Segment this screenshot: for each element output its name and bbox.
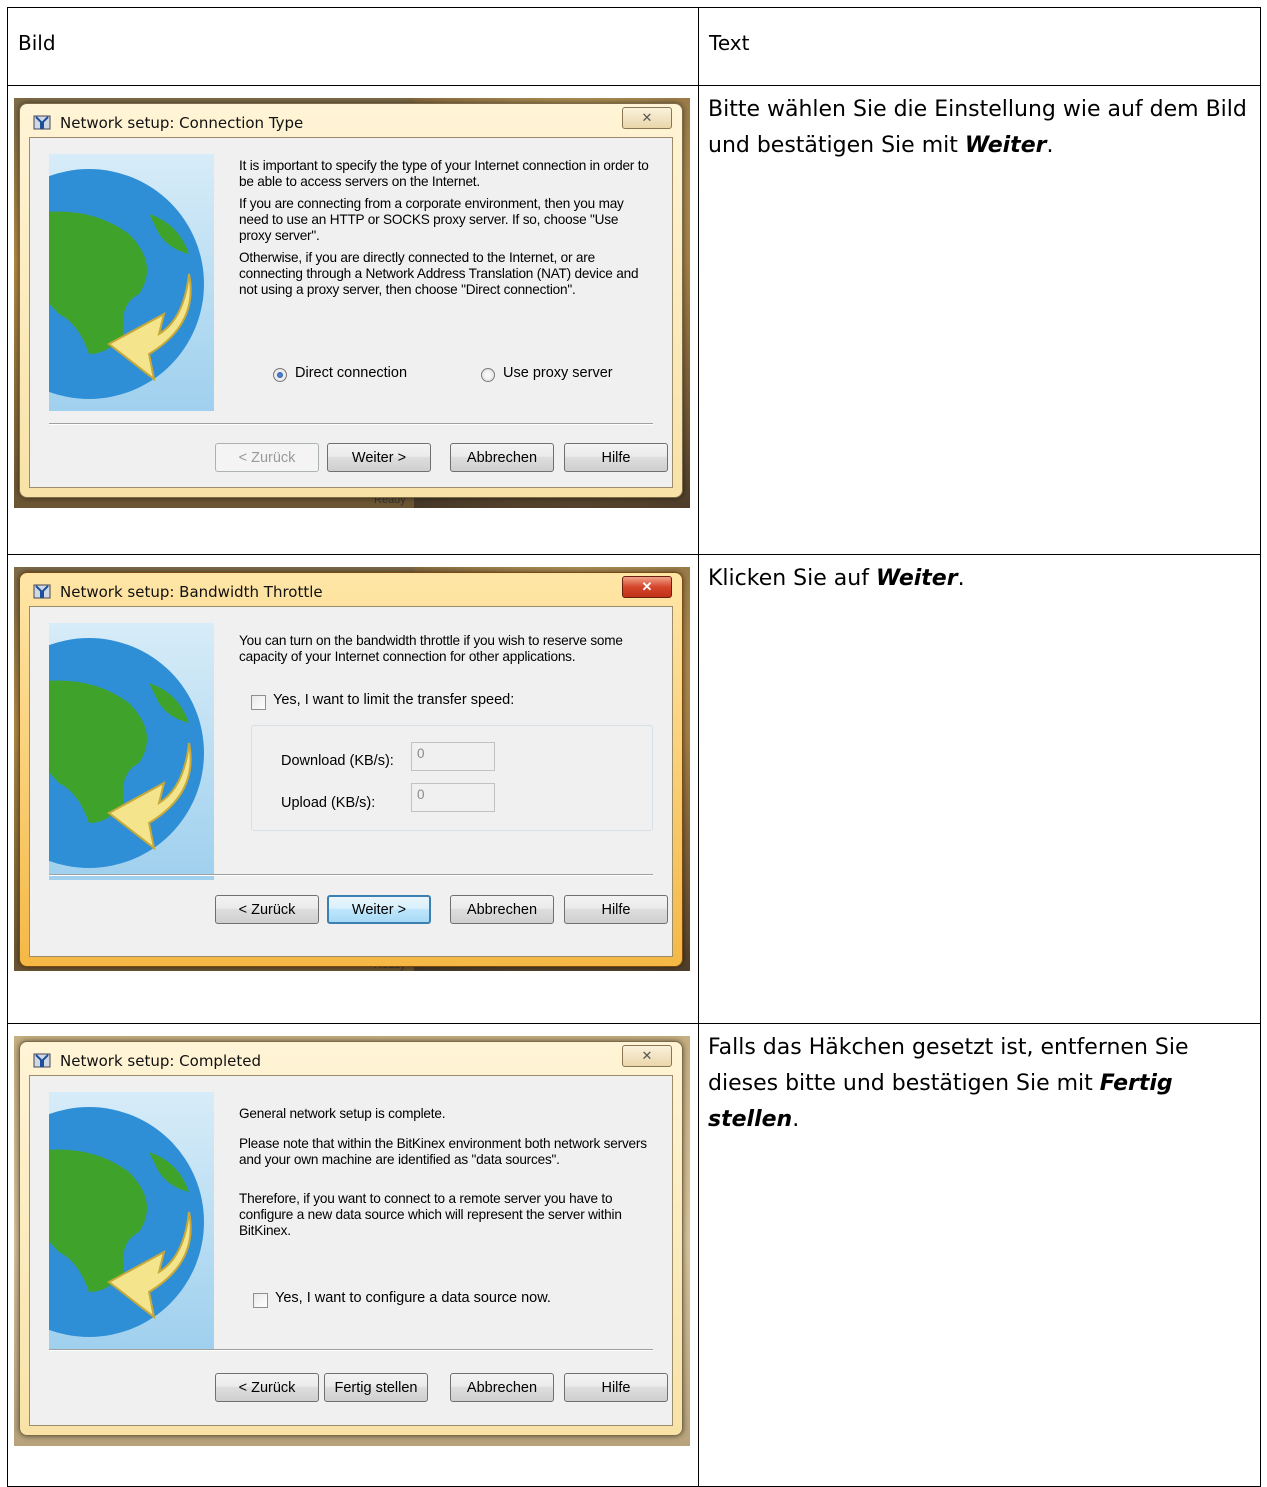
configure-data-source-label[interactable]: Yes, I want to configure a data source n…: [275, 1290, 551, 1306]
close-icon[interactable]: ✕: [622, 576, 672, 598]
screenshot-completed: Network setup: Completed ✕ General netwo…: [14, 1036, 690, 1446]
upload-label: Upload (KB/s):: [281, 795, 376, 811]
limit-speed-label[interactable]: Yes, I want to limit the transfer speed:: [273, 692, 514, 708]
title-bar: Network setup: Bandwidth Throttle ✕: [20, 573, 682, 601]
use-proxy-label[interactable]: Use proxy server: [503, 365, 613, 381]
cancel-button[interactable]: Abbrechen: [450, 1373, 554, 1402]
globe-arrow-icon: [49, 1092, 214, 1349]
table-header-row: Bild Text: [7, 7, 1261, 86]
bitkinex-app-icon: [33, 1053, 51, 1068]
screenshot-bandwidth-throttle: Ready Network setup: Bandwidth Throttle …: [14, 567, 690, 971]
dialog-window: Network setup: Completed ✕ General netwo…: [19, 1041, 683, 1436]
bitkinex-app-icon: [33, 584, 51, 599]
header-text-label: Text: [709, 31, 750, 55]
back-button[interactable]: < Zurück: [215, 895, 319, 924]
dialog-client: You can turn on the bandwidth throttle i…: [29, 606, 673, 957]
help-button[interactable]: Hilfe: [564, 443, 668, 472]
cancel-button[interactable]: Abbrechen: [450, 895, 554, 924]
separator: [49, 874, 653, 876]
title-bar: Network setup: Completed ✕: [20, 1042, 682, 1070]
next-button[interactable]: Weiter >: [327, 895, 431, 924]
use-proxy-radio[interactable]: [481, 368, 495, 382]
header-cell-text: Text: [698, 7, 1261, 86]
emphasis-weiter: Weiter: [875, 566, 958, 591]
back-button[interactable]: < Zurück: [215, 1373, 319, 1402]
upload-field[interactable]: 0: [411, 783, 495, 812]
cancel-button[interactable]: Abbrechen: [450, 443, 554, 472]
close-icon[interactable]: ✕: [622, 1045, 672, 1067]
help-button[interactable]: Hilfe: [564, 895, 668, 924]
separator: [49, 423, 653, 425]
description-cell: Bitte wählen Sie die Einstellung wie auf…: [698, 85, 1261, 555]
screenshot-cell: Ready Network setup: Bandwidth Throttle …: [7, 554, 699, 1024]
table-row: Ready Network setup: Connection Type ✕ I…: [7, 85, 1261, 555]
configure-paragraph: Therefore, if you want to connect to a r…: [239, 1191, 622, 1238]
configure-data-source-checkbox[interactable]: [253, 1293, 268, 1308]
header-cell-image: Bild: [7, 7, 699, 86]
dialog-title: Network setup: Bandwidth Throttle: [60, 583, 323, 601]
data-sources-paragraph: Please note that within the BitKinex env…: [239, 1136, 647, 1167]
description-cell: Falls das Häkchen gesetzt ist, entfernen…: [698, 1023, 1261, 1487]
table-row: Ready Network setup: Bandwidth Throttle …: [7, 554, 1261, 1024]
limit-speed-checkbox[interactable]: [251, 695, 266, 710]
dialog-client: General network setup is complete. Pleas…: [29, 1075, 673, 1426]
direct-connection-label[interactable]: Direct connection: [295, 365, 407, 381]
emphasis-weiter: Weiter: [964, 133, 1047, 158]
direct-connection-radio[interactable]: [273, 368, 287, 382]
finish-button[interactable]: Fertig stellen: [324, 1373, 428, 1402]
help-button[interactable]: Hilfe: [564, 1373, 668, 1402]
proxy-paragraph: If you are connecting from a corporate e…: [239, 196, 624, 243]
dialog-title: Network setup: Connection Type: [60, 114, 304, 132]
screenshot-connection-type: Ready Network setup: Connection Type ✕ I…: [14, 98, 690, 508]
dialog-window: Network setup: Bandwidth Throttle ✕ You …: [19, 572, 683, 967]
dialog-window: Network setup: Connection Type ✕ It is i…: [19, 103, 683, 498]
close-icon[interactable]: ✕: [622, 107, 672, 129]
separator: [49, 1349, 653, 1351]
table-row: Network setup: Completed ✕ General netwo…: [7, 1023, 1261, 1487]
screenshot-cell: Ready Network setup: Connection Type ✕ I…: [7, 85, 699, 555]
globe-arrow-icon: [49, 623, 214, 880]
complete-paragraph: General network setup is complete.: [239, 1106, 446, 1121]
header-image-label: Bild: [18, 31, 56, 55]
download-field[interactable]: 0: [411, 742, 495, 771]
intro-paragraph: It is important to specify the type of y…: [239, 158, 649, 189]
instruction-table: Bild Text Ready Network setup: Connectio…: [7, 7, 1261, 1487]
dialog-client: It is important to specify the type of y…: [29, 137, 673, 488]
screenshot-cell: Network setup: Completed ✕ General netwo…: [7, 1023, 699, 1487]
title-bar: Network setup: Connection Type ✕: [20, 104, 682, 132]
direct-paragraph: Otherwise, if you are directly connected…: [239, 250, 639, 297]
bitkinex-app-icon: [33, 115, 51, 130]
speed-groupbox: [251, 725, 653, 831]
dialog-title: Network setup: Completed: [60, 1052, 261, 1070]
next-button[interactable]: Weiter >: [327, 443, 431, 472]
intro-paragraph: You can turn on the bandwidth throttle i…: [239, 633, 623, 664]
download-label: Download (KB/s):: [281, 753, 394, 769]
back-button[interactable]: < Zurück: [215, 443, 319, 472]
globe-arrow-icon: [49, 154, 214, 411]
description-cell: Klicken Sie auf Weiter.: [698, 554, 1261, 1024]
